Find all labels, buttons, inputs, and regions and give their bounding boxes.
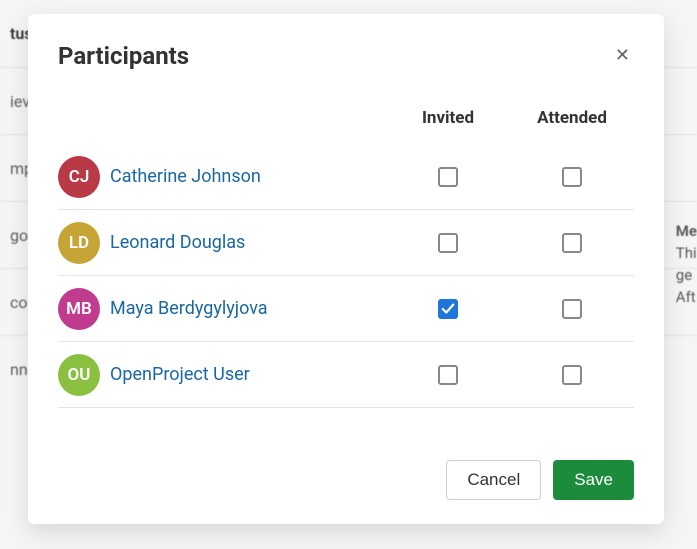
modal-footer: Cancel Save <box>58 440 634 500</box>
close-icon: ✕ <box>615 45 630 65</box>
participants-table: Invited Attended CJ Catherine Johnson LD Le… <box>58 100 634 440</box>
participant-name-link[interactable]: Catherine Johnson <box>110 166 261 187</box>
column-attended: Attended <box>510 108 634 128</box>
participant-name-link[interactable]: Maya Berdygylyjova <box>110 298 268 319</box>
participant-name-link[interactable]: Leonard Douglas <box>110 232 245 253</box>
check-icon <box>441 302 455 316</box>
cancel-button[interactable]: Cancel <box>446 460 541 500</box>
invited-checkbox[interactable] <box>438 299 458 319</box>
invited-checkbox[interactable] <box>438 365 458 385</box>
avatar: CJ <box>58 156 100 198</box>
participants-modal: Participants ✕ Invited Attended CJ Cather… <box>28 14 664 524</box>
avatar: LD <box>58 222 100 264</box>
avatar: MB <box>58 288 100 330</box>
attended-checkbox[interactable] <box>562 167 582 187</box>
participant-row: CJ Catherine Johnson <box>58 144 634 210</box>
attended-checkbox[interactable] <box>562 233 582 253</box>
participant-row: OU OpenProject User <box>58 342 634 408</box>
attended-checkbox[interactable] <box>562 299 582 319</box>
table-header: Invited Attended <box>58 100 634 144</box>
avatar: OU <box>58 354 100 396</box>
participant-row: LD Leonard Douglas <box>58 210 634 276</box>
modal-title: Participants <box>58 42 189 70</box>
participant-row: MB Maya Berdygylyjova <box>58 276 634 342</box>
attended-checkbox[interactable] <box>562 365 582 385</box>
invited-checkbox[interactable] <box>438 233 458 253</box>
participant-name-link[interactable]: OpenProject User <box>110 364 250 385</box>
save-button[interactable]: Save <box>553 460 634 500</box>
invited-checkbox[interactable] <box>438 167 458 187</box>
column-invited: Invited <box>386 108 510 128</box>
close-button[interactable]: ✕ <box>611 42 634 68</box>
